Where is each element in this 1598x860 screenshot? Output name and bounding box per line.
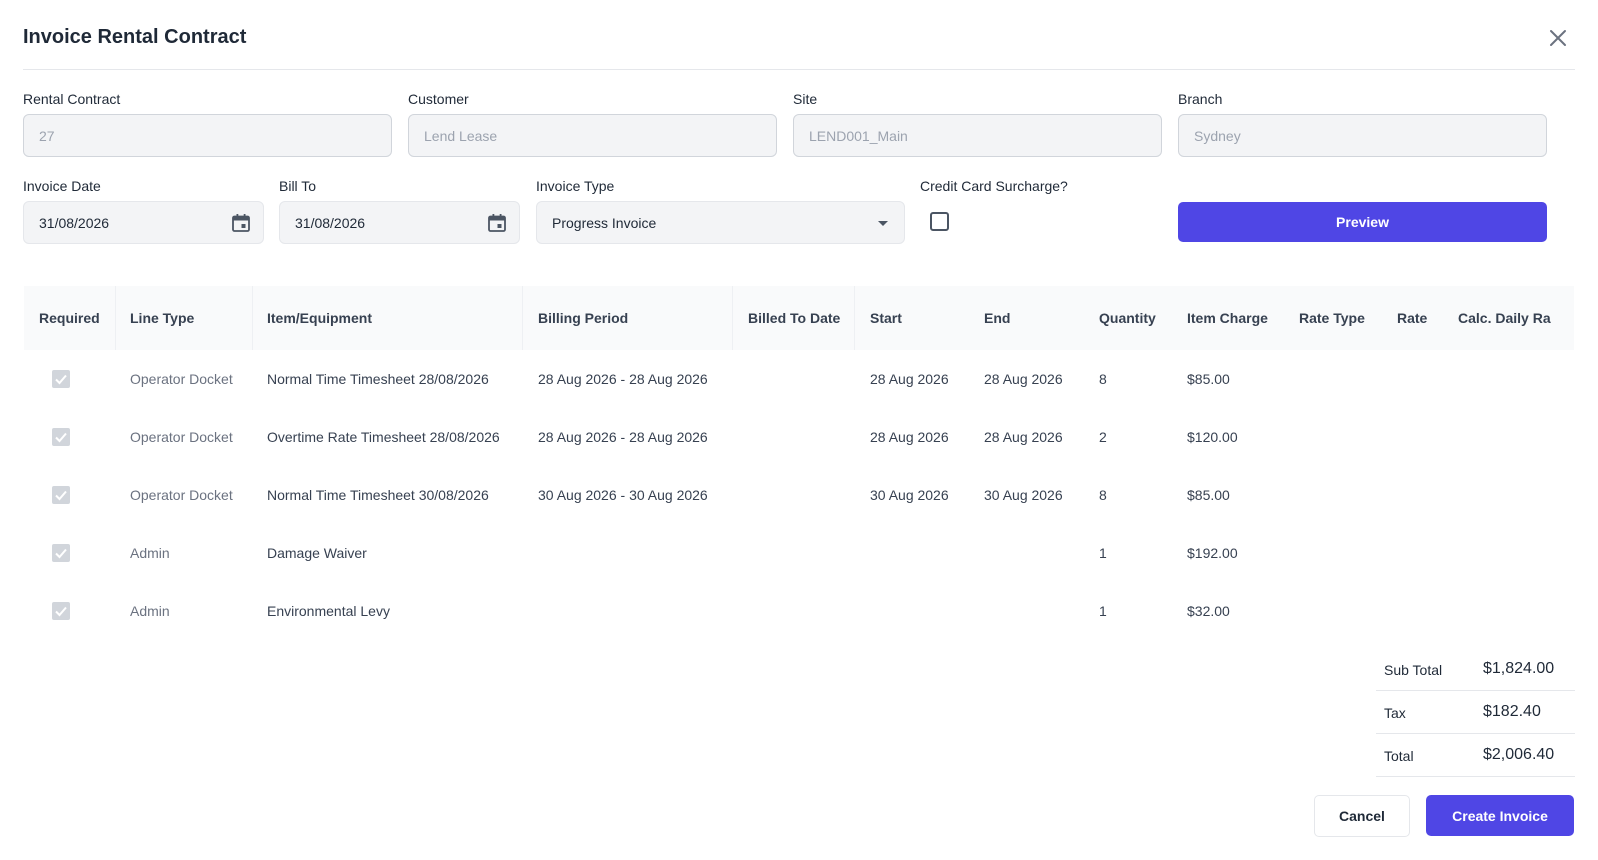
quantity-cell: 8 xyxy=(1099,371,1107,387)
column-header-billed-to-date: Billed To Date xyxy=(748,310,841,326)
invoice-type-label: Invoice Type xyxy=(536,178,615,194)
required-checkbox[interactable] xyxy=(52,486,70,504)
column-header-line-type: Line Type xyxy=(130,310,195,326)
table-row: Operator Docket Normal Time Timesheet 28… xyxy=(24,350,1574,408)
quantity-cell: 2 xyxy=(1099,429,1107,445)
column-header-item-charge: Item Charge xyxy=(1187,310,1268,326)
table-row: Operator Docket Normal Time Timesheet 30… xyxy=(24,466,1574,524)
create-invoice-button[interactable]: Create Invoice xyxy=(1426,795,1574,836)
column-divider xyxy=(522,286,523,350)
column-divider xyxy=(854,286,855,350)
branch-label: Branch xyxy=(1178,91,1223,107)
table-row: Operator Docket Overtime Rate Timesheet … xyxy=(24,408,1574,466)
tax-row: Tax $182.40 xyxy=(1376,691,1575,734)
credit-card-surcharge-checkbox[interactable] xyxy=(930,212,949,231)
item-charge-cell: $192.00 xyxy=(1187,545,1238,561)
column-header-quantity: Quantity xyxy=(1099,310,1156,326)
dialog-title: Invoice Rental Contract xyxy=(23,26,247,48)
calendar-icon[interactable] xyxy=(487,213,507,233)
required-checkbox[interactable] xyxy=(52,602,70,620)
bill-to-value: 31/08/2026 xyxy=(295,215,366,231)
table-row: Admin Environmental Levy 1 $32.00 xyxy=(24,582,1574,636)
item-charge-cell: $85.00 xyxy=(1187,371,1230,387)
dialog-header: Invoice Rental Contract xyxy=(23,20,1575,70)
billing-period-cell: 28 Aug 2026 - 28 Aug 2026 xyxy=(538,429,708,445)
invoice-lines-table: Required Line Type Item/Equipment Billin… xyxy=(24,286,1574,636)
column-header-calc-daily-rate: Calc. Daily Ra xyxy=(1458,310,1551,326)
branch-field[interactable] xyxy=(1178,114,1547,157)
column-divider xyxy=(252,286,253,350)
bill-to-field[interactable]: 31/08/2026 xyxy=(279,201,520,244)
caret-down-icon xyxy=(878,221,888,226)
column-header-billing-period: Billing Period xyxy=(538,310,629,326)
total-row: Total $2,006.40 xyxy=(1376,734,1575,777)
item-cell: Damage Waiver xyxy=(267,545,367,561)
subtotal-row: Sub Total $1,824.00 xyxy=(1376,648,1575,691)
site-field[interactable] xyxy=(793,114,1162,157)
column-header-rate-type: Rate Type xyxy=(1299,310,1365,326)
item-charge-cell: $85.00 xyxy=(1187,487,1230,503)
invoice-type-select[interactable]: Progress Invoice xyxy=(536,201,905,244)
column-header-start: Start xyxy=(870,310,902,326)
quantity-cell: 1 xyxy=(1099,545,1107,561)
invoice-date-value: 31/08/2026 xyxy=(39,215,110,231)
billing-period-cell: 30 Aug 2026 - 30 Aug 2026 xyxy=(538,487,708,503)
column-header-required: Required xyxy=(39,310,100,326)
quantity-cell: 8 xyxy=(1099,487,1107,503)
total-label: Total xyxy=(1384,748,1414,764)
line-type-cell: Operator Docket xyxy=(130,487,233,503)
customer-label: Customer xyxy=(408,91,469,107)
rental-contract-label: Rental Contract xyxy=(23,91,121,107)
start-cell: 30 Aug 2026 xyxy=(870,487,949,503)
required-checkbox[interactable] xyxy=(52,544,70,562)
invoice-dialog: Invoice Rental Contract Rental Contract … xyxy=(0,0,1598,860)
start-cell: 28 Aug 2026 xyxy=(870,429,949,445)
tax-label: Tax xyxy=(1384,705,1406,721)
line-type-cell: Admin xyxy=(130,603,170,619)
column-header-item: Item/Equipment xyxy=(267,310,373,326)
invoice-date-field[interactable]: 31/08/2026 xyxy=(23,201,264,244)
end-cell: 28 Aug 2026 xyxy=(984,371,1063,387)
rental-contract-field[interactable] xyxy=(23,114,392,157)
subtotal-value: $1,824.00 xyxy=(1483,660,1555,677)
required-checkbox[interactable] xyxy=(52,370,70,388)
item-cell: Normal Time Timesheet 30/08/2026 xyxy=(267,487,489,503)
customer-field[interactable] xyxy=(408,114,777,157)
column-header-rate: Rate xyxy=(1397,310,1428,326)
table-header: Required Line Type Item/Equipment Billin… xyxy=(24,286,1574,350)
line-type-cell: Operator Docket xyxy=(130,429,233,445)
total-value: $2,006.40 xyxy=(1483,746,1555,763)
required-checkbox[interactable] xyxy=(52,428,70,446)
column-divider xyxy=(115,286,116,350)
preview-button[interactable]: Preview xyxy=(1178,202,1547,242)
table-row: Admin Damage Waiver 1 $192.00 xyxy=(24,524,1574,582)
line-type-cell: Admin xyxy=(130,545,170,561)
end-cell: 30 Aug 2026 xyxy=(984,487,1063,503)
column-header-end: End xyxy=(984,310,1011,326)
tax-value: $182.40 xyxy=(1483,703,1541,720)
start-cell: 28 Aug 2026 xyxy=(870,371,949,387)
bill-to-label: Bill To xyxy=(279,178,317,194)
end-cell: 28 Aug 2026 xyxy=(984,429,1063,445)
close-icon[interactable] xyxy=(1547,27,1569,49)
item-cell: Overtime Rate Timesheet 28/08/2026 xyxy=(267,429,500,445)
site-label: Site xyxy=(793,91,818,107)
line-type-cell: Operator Docket xyxy=(130,371,233,387)
item-cell: Normal Time Timesheet 28/08/2026 xyxy=(267,371,489,387)
invoice-type-value: Progress Invoice xyxy=(552,215,657,231)
credit-card-surcharge-label: Credit Card Surcharge? xyxy=(920,178,1068,194)
item-cell: Environmental Levy xyxy=(267,603,390,619)
calendar-icon[interactable] xyxy=(231,213,251,233)
item-charge-cell: $32.00 xyxy=(1187,603,1230,619)
cancel-button[interactable]: Cancel xyxy=(1314,795,1410,837)
subtotal-label: Sub Total xyxy=(1384,662,1443,678)
billing-period-cell: 28 Aug 2026 - 28 Aug 2026 xyxy=(538,371,708,387)
invoice-date-label: Invoice Date xyxy=(23,178,101,194)
quantity-cell: 1 xyxy=(1099,603,1107,619)
column-divider xyxy=(732,286,733,350)
item-charge-cell: $120.00 xyxy=(1187,429,1238,445)
